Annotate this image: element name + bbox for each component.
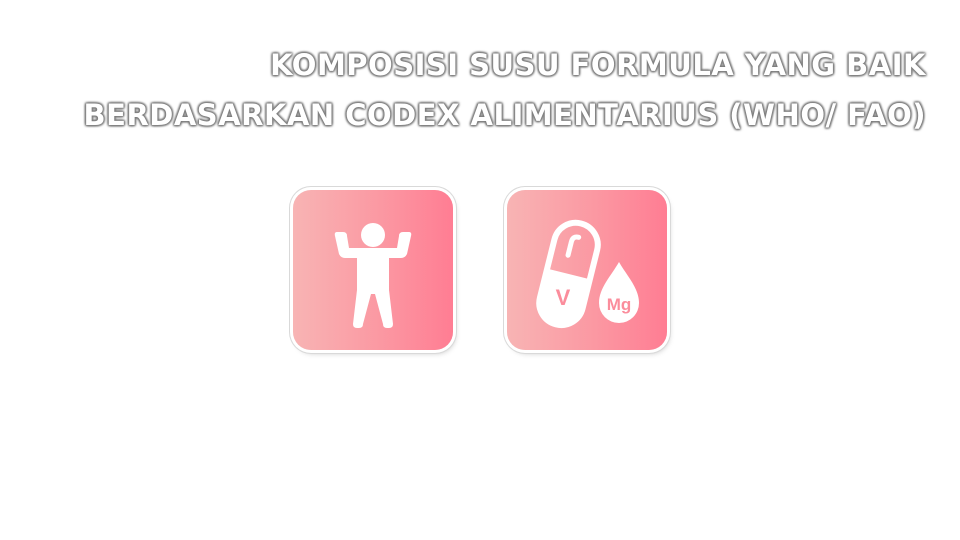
- slide-title: KOMPOSISI SUSU FORMULA YANG BAIK BERDASA…: [84, 40, 926, 140]
- capsule-label: V: [556, 285, 571, 310]
- strength-tile: [293, 190, 453, 350]
- strong-person-icon: [334, 223, 412, 328]
- vitamin-mineral-tile: V Mg: [507, 190, 667, 350]
- title-line-1: KOMPOSISI SUSU FORMULA YANG BAIK: [270, 48, 926, 82]
- vitamin-capsule-mineral-drop-icon: V Mg: [536, 219, 639, 329]
- title-line-2: BERDASARKAN CODEX ALIMENTARIUS (WHO/ FAO…: [83, 98, 926, 132]
- drop-label: Mg: [607, 295, 632, 314]
